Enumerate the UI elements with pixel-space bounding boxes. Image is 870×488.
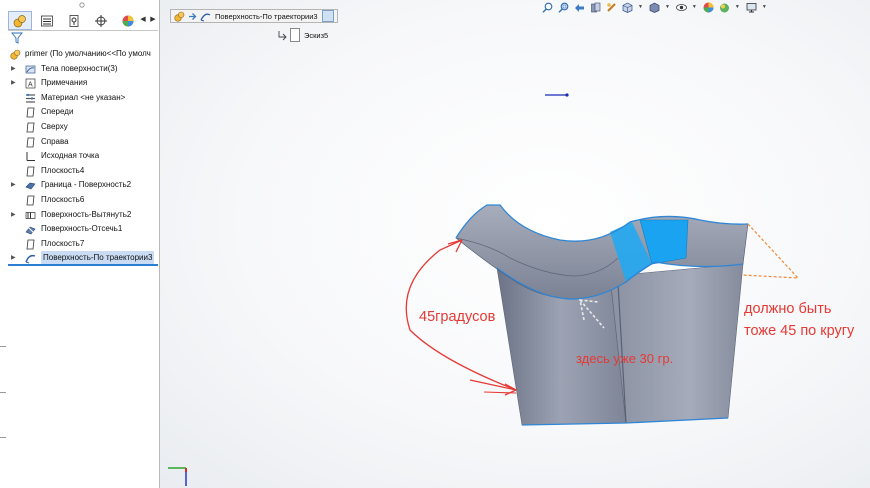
dynamic-annotation-icon[interactable] xyxy=(606,2,617,13)
breadcrumb-feature-label: Поверхность-По траектории3 xyxy=(215,11,318,21)
previous-view-icon[interactable] xyxy=(574,2,585,13)
display-style-dropdown-icon[interactable]: ▼ xyxy=(665,4,670,10)
display-style-icon[interactable] xyxy=(649,2,660,13)
annotation-45-degrees: 45градусов xyxy=(419,309,496,325)
breadcrumb-end-icon[interactable] xyxy=(321,10,334,22)
model-canvas[interactable] xyxy=(0,0,870,488)
zoom-to-fit-icon[interactable] xyxy=(542,2,553,13)
apply-scene-dropdown-icon[interactable]: ▼ xyxy=(735,4,740,10)
view-settings-monitor-icon[interactable] xyxy=(746,2,757,13)
heads-up-view-toolbar: ▼ ▼ ▼ ▼ ▼ xyxy=(542,0,773,14)
sketch-icon xyxy=(290,28,300,42)
swept-surface-icon xyxy=(200,13,211,21)
view-orientation-dropdown-icon[interactable]: ▼ xyxy=(638,4,643,10)
annotation-should-be-line1: должно быть xyxy=(744,301,832,317)
view-orientation-icon[interactable] xyxy=(622,2,633,13)
origin-indicator xyxy=(545,93,569,97)
annotation-30-degrees: здесь уже 30 гр. xyxy=(576,351,674,366)
zoom-to-area-icon[interactable] xyxy=(558,2,569,13)
breadcrumb-sketch-label: Эскиз5 xyxy=(304,30,329,40)
part-icon xyxy=(174,11,185,22)
breadcrumb-part[interactable]: Поверхность-По траектории3 xyxy=(170,9,338,23)
hide-show-dropdown-icon[interactable]: ▼ xyxy=(692,4,697,10)
breadcrumb-sub[interactable]: Эскиз5 xyxy=(276,28,328,42)
chevron-right-icon xyxy=(189,12,197,20)
hide-show-items-icon[interactable] xyxy=(676,2,687,13)
sketch-parent-arrow-icon xyxy=(278,31,287,41)
annotation-should-be-line2: тоже 45 по кругу xyxy=(744,323,855,339)
view-triad-icon xyxy=(168,467,187,486)
section-view-icon[interactable] xyxy=(590,2,601,13)
edit-appearance-icon[interactable] xyxy=(703,2,714,13)
apply-scene-icon[interactable] xyxy=(719,2,730,13)
breadcrumb: Поверхность-По траектории3 xyxy=(170,8,338,24)
view-settings-dropdown-icon[interactable]: ▼ xyxy=(762,4,767,10)
